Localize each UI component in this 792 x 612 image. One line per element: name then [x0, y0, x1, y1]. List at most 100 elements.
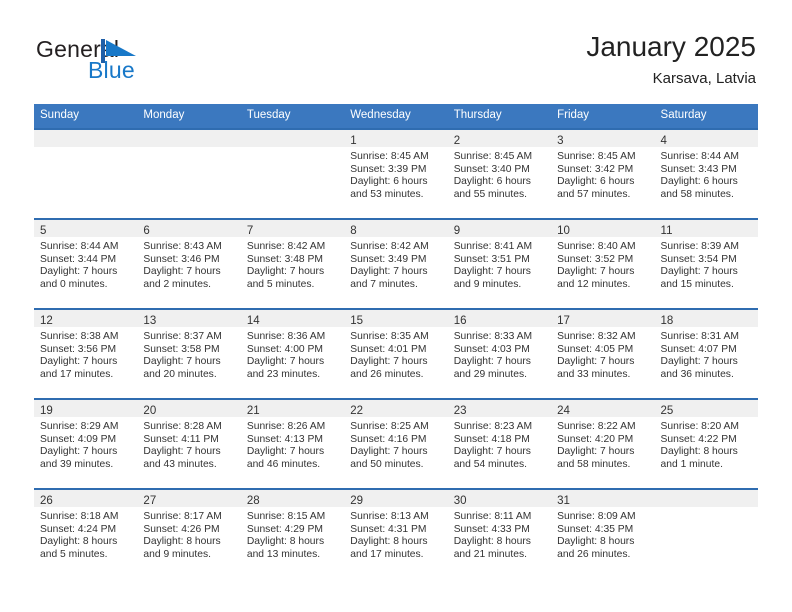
calendar-day-cell[interactable]: 21 Sunrise: 8:26 AM Sunset: 4:13 PM Dayligh…	[240, 398, 345, 489]
calendar-day-cell[interactable]: 14 Sunrise: 8:36 AM Sunset: 4:00 PM Dayligh…	[240, 308, 345, 399]
title-block: January 2025 Karsava, Latvia	[586, 30, 756, 90]
calendar-day-cell[interactable]: 6 Sunrise: 8:43 AM Sunset: 3:46 PM Daylight…	[137, 218, 241, 309]
sunrise-time: Sunrise: 8:45 AM	[350, 151, 429, 162]
calendar-day-cell[interactable]: 16 Sunrise: 8:33 AM Sunset: 4:03 PM Dayligh…	[447, 308, 552, 399]
calendar-day-cell[interactable]: 3 Sunrise: 8:45 AM Sunset: 3:42 PM Daylight…	[551, 128, 655, 219]
calendar-day-cell[interactable]: 26 Sunrise: 8:18 AM Sunset: 4:24 PM Dayligh…	[34, 488, 138, 578]
daylight-duration-line2: and 17 minutes.	[40, 368, 114, 380]
daylight-duration-line1: Daylight: 7 hours	[660, 356, 738, 368]
calendar-day-cell[interactable]: 27 Sunrise: 8:17 AM Sunset: 4:26 PM Dayligh…	[137, 488, 241, 578]
day-number: 14	[246, 315, 260, 327]
daylight-duration-line2: and 20 minutes.	[143, 368, 217, 380]
sunset-time: Sunset: 4:03 PM	[453, 343, 530, 355]
day-number: 9	[453, 225, 461, 237]
sunset-time: Sunset: 4:24 PM	[40, 523, 117, 535]
calendar-day-cell[interactable]: 28 Sunrise: 8:15 AM Sunset: 4:29 PM Dayligh…	[240, 488, 345, 578]
calendar-day-cell[interactable]: 12 Sunrise: 8:38 AM Sunset: 3:56 PM Dayligh…	[34, 308, 138, 399]
calendar-day-cell[interactable]: 1 Sunrise: 8:45 AM Sunset: 3:39 PM Daylight…	[344, 128, 448, 219]
sunset-time: Sunset: 3:48 PM	[246, 253, 323, 265]
calendar-day-cell[interactable]: 7 Sunrise: 8:42 AM Sunset: 3:48 PM Daylight…	[240, 218, 345, 309]
sunset-time: Sunset: 3:39 PM	[350, 163, 427, 175]
day-number: 10	[557, 225, 570, 237]
daylight-duration-line1: Daylight: 7 hours	[453, 266, 531, 278]
daylight-duration-line2: and 29 minutes.	[453, 368, 527, 380]
daylight-duration-line1: Daylight: 6 hours	[660, 176, 738, 188]
sunrise-time: Sunrise: 8:42 AM	[350, 241, 429, 252]
daylight-duration-line2: and 5 minutes.	[246, 278, 315, 290]
calendar-day-cell[interactable]: 29 Sunrise: 8:13 AM Sunset: 4:31 PM Dayligh…	[344, 488, 448, 578]
calendar-day-cell[interactable]	[137, 128, 241, 219]
daylight-duration-line2: and 2 minutes.	[143, 278, 211, 290]
sunrise-time: Sunrise: 8:43 AM	[143, 241, 222, 252]
weekday-header-sunday: Sunday	[34, 104, 138, 129]
calendar-day-cell[interactable]: 19 Sunrise: 8:29 AM Sunset: 4:09 PM Dayligh…	[34, 398, 138, 489]
calendar-day-cell[interactable]: 17 Sunrise: 8:32 AM Sunset: 4:05 PM Dayligh…	[551, 308, 655, 399]
calendar-week-row: 5 Sunrise: 8:44 AM Sunset: 3:44 PM Daylight…	[34, 218, 758, 309]
day-number: 24	[557, 405, 570, 417]
calendar-day-cell[interactable]	[654, 488, 758, 578]
sunset-time: Sunset: 4:22 PM	[660, 433, 737, 445]
sunrise-time: Sunrise: 8:37 AM	[143, 331, 222, 342]
sunrise-time: Sunrise: 8:32 AM	[557, 331, 636, 342]
sunset-time: Sunset: 3:49 PM	[350, 253, 427, 265]
daylight-duration-line2: and 13 minutes.	[246, 548, 321, 560]
sunrise-time: Sunrise: 8:45 AM	[557, 151, 636, 162]
calendar-day-cell[interactable]: 18 Sunrise: 8:31 AM Sunset: 4:07 PM Dayligh…	[654, 308, 758, 399]
calendar-day-cell[interactable]: 5 Sunrise: 8:44 AM Sunset: 3:44 PM Daylight…	[34, 218, 138, 309]
daylight-duration-line1: Daylight: 7 hours	[557, 356, 635, 368]
sunset-time: Sunset: 3:42 PM	[557, 163, 634, 175]
sunrise-time: Sunrise: 8:39 AM	[660, 241, 739, 252]
day-number: 12	[40, 315, 53, 327]
calendar-day-cell[interactable]: 15 Sunrise: 8:35 AM Sunset: 4:01 PM Dayligh…	[344, 308, 448, 399]
calendar-day-cell[interactable]: 22 Sunrise: 8:25 AM Sunset: 4:16 PM Dayligh…	[344, 398, 448, 489]
sunrise-time: Sunrise: 8:42 AM	[246, 241, 326, 252]
day-number: 4	[660, 135, 667, 147]
page-subtitle-location: Karsava, Latvia	[652, 70, 756, 87]
daylight-duration-line2: and 12 minutes.	[557, 278, 631, 290]
day-number: 3	[557, 135, 564, 147]
calendar-day-cell[interactable]: 10 Sunrise: 8:40 AM Sunset: 3:52 PM Dayligh…	[551, 218, 655, 309]
calendar-day-cell[interactable]: 4 Sunrise: 8:44 AM Sunset: 3:43 PM Daylight…	[654, 128, 758, 219]
daylight-duration-line2: and 58 minutes.	[557, 458, 631, 470]
calendar-day-cell[interactable]	[34, 128, 138, 219]
calendar-day-cell[interactable]: 11 Sunrise: 8:39 AM Sunset: 3:54 PM Dayligh…	[654, 218, 758, 309]
sunset-time: Sunset: 3:44 PM	[40, 253, 117, 265]
sunset-time: Sunset: 3:54 PM	[660, 253, 737, 265]
day-number: 13	[143, 315, 157, 327]
calendar-week-row: 12 Sunrise: 8:38 AM Sunset: 3:56 PM Dayligh…	[34, 308, 758, 399]
sunrise-time: Sunrise: 8:13 AM	[350, 511, 429, 522]
calendar-day-cell[interactable]: 31 Sunrise: 8:09 AM Sunset: 4:35 PM Dayligh…	[551, 488, 655, 578]
sunrise-time: Sunrise: 8:38 AM	[40, 331, 119, 342]
calendar-day-cell[interactable]: 23 Sunrise: 8:23 AM Sunset: 4:18 PM Dayligh…	[447, 398, 552, 489]
calendar-day-cell[interactable]: 8 Sunrise: 8:42 AM Sunset: 3:49 PM Daylight…	[344, 218, 448, 309]
sunset-time: Sunset: 3:40 PM	[453, 163, 530, 175]
daylight-duration-line1: Daylight: 7 hours	[40, 446, 118, 458]
daylight-duration-line2: and 55 minutes.	[453, 188, 527, 200]
calendar-day-cell[interactable]: 9 Sunrise: 8:41 AM Sunset: 3:51 PM Daylight…	[447, 218, 552, 309]
sunset-time: Sunset: 3:56 PM	[40, 343, 117, 355]
daylight-duration-line1: Daylight: 7 hours	[40, 266, 118, 278]
calendar-day-cell[interactable]: 20 Sunrise: 8:28 AM Sunset: 4:11 PM Dayligh…	[137, 398, 241, 489]
daylight-duration-line1: Daylight: 8 hours	[143, 536, 221, 548]
sunset-time: Sunset: 4:09 PM	[40, 433, 117, 445]
day-number: 25	[660, 405, 674, 417]
daylight-duration-line1: Daylight: 7 hours	[143, 266, 221, 278]
daylight-duration-line2: and 21 minutes.	[453, 548, 527, 560]
daylight-duration-line1: Daylight: 6 hours	[453, 176, 531, 188]
daylight-duration-line2: and 36 minutes.	[660, 368, 734, 380]
calendar-day-cell[interactable]: 24 Sunrise: 8:22 AM Sunset: 4:20 PM Dayligh…	[551, 398, 655, 489]
sunrise-time: Sunrise: 8:28 AM	[143, 421, 222, 432]
calendar-day-cell[interactable]: 30 Sunrise: 8:11 AM Sunset: 4:33 PM Dayligh…	[447, 488, 552, 578]
day-number: 19	[40, 405, 53, 417]
calendar-day-cell[interactable]: 25 Sunrise: 8:20 AM Sunset: 4:22 PM Dayligh…	[654, 398, 758, 489]
day-number: 26	[40, 495, 53, 507]
brand-name-blue: Blue	[88, 57, 135, 83]
brand-logo[interactable]: General Blue	[36, 36, 266, 88]
sunset-time: Sunset: 4:01 PM	[350, 343, 427, 355]
daylight-duration-line1: Daylight: 7 hours	[557, 446, 635, 458]
calendar-day-cell[interactable]	[240, 128, 345, 219]
calendar-header-row: Sunday Monday Tuesday Wednesday Thursday…	[34, 104, 758, 129]
daylight-duration-line2: and 0 minutes.	[40, 278, 108, 290]
calendar-day-cell[interactable]: 13 Sunrise: 8:37 AM Sunset: 3:58 PM Dayligh…	[137, 308, 241, 399]
calendar-day-cell[interactable]: 2 Sunrise: 8:45 AM Sunset: 3:40 PM Daylight…	[447, 128, 552, 219]
